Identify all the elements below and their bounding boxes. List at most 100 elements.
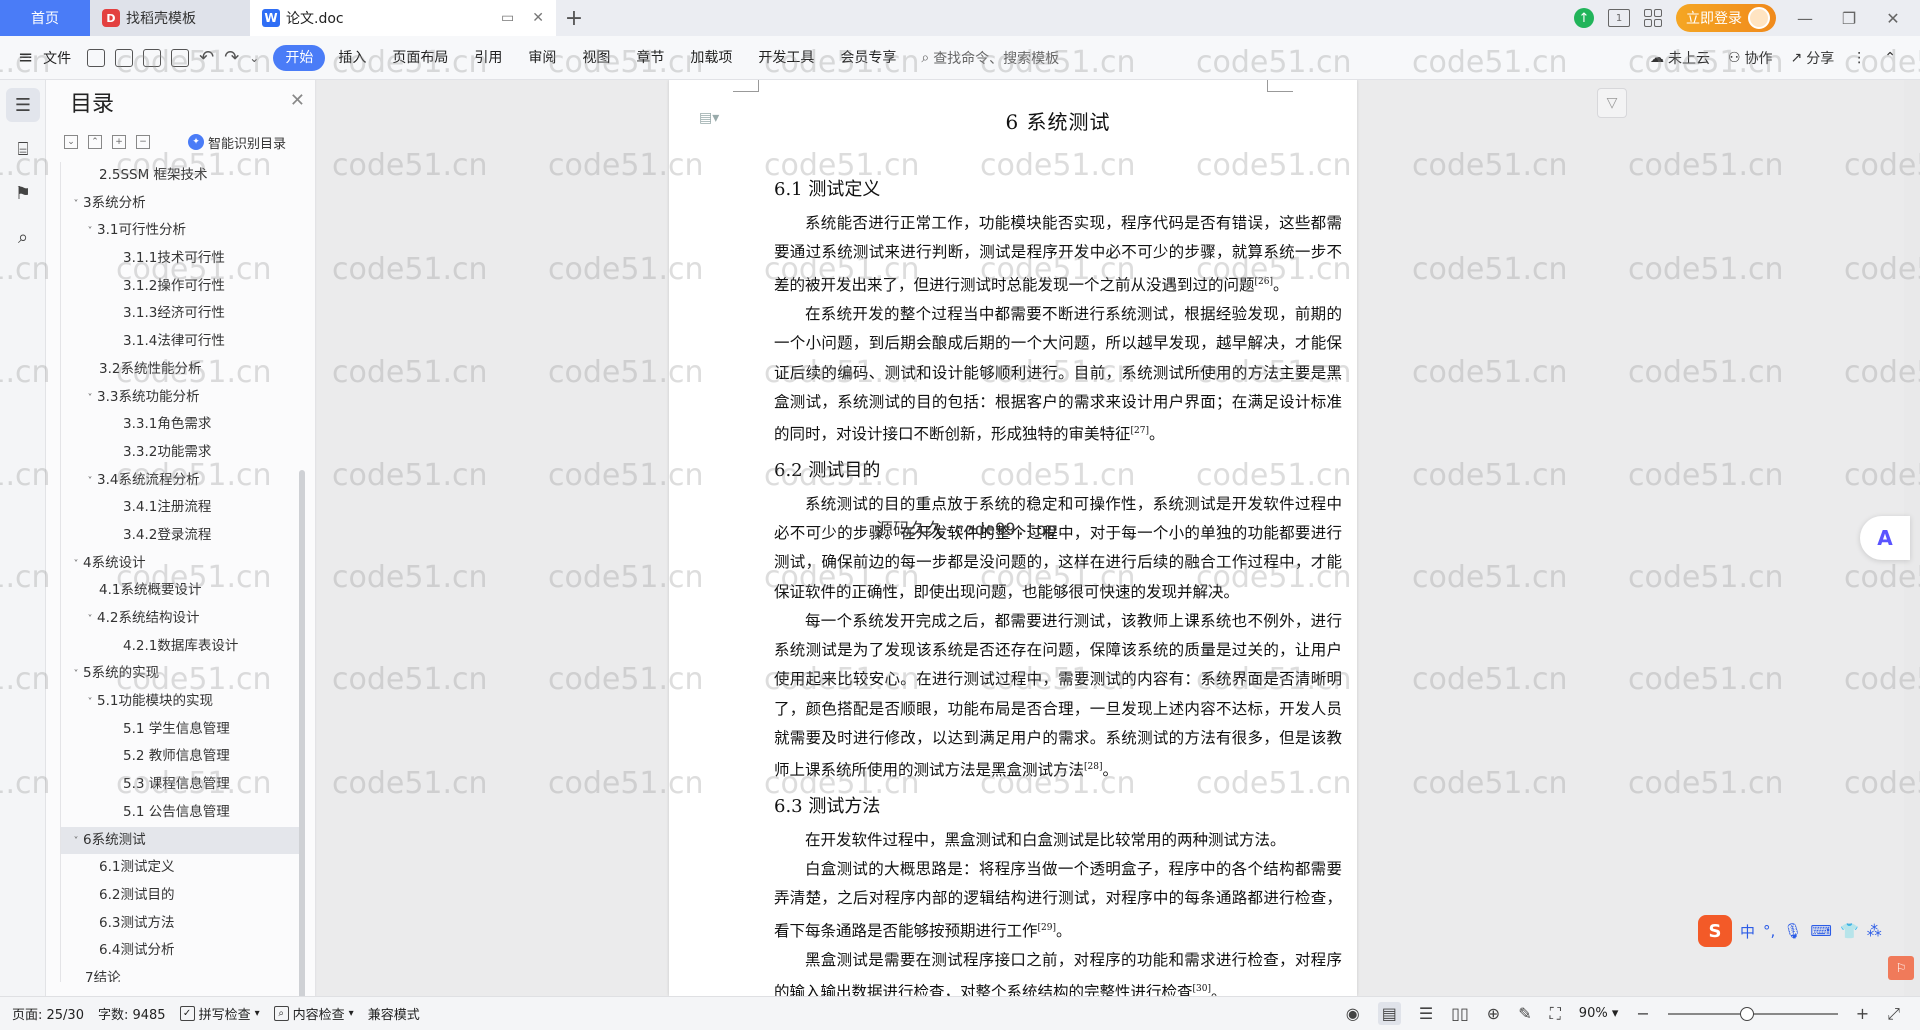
toc-item[interactable]: 4.2.1数据库表设计 xyxy=(61,633,300,661)
new-tab-button[interactable]: + xyxy=(556,0,592,36)
undo-icon[interactable]: ↶ xyxy=(199,47,214,68)
reading-view-icon[interactable]: ▯▯ xyxy=(1451,1004,1469,1023)
spell-check-button[interactable]: ✓ 拼写检查 ▾ xyxy=(179,1004,260,1023)
word-count[interactable]: 字数: 9485 xyxy=(98,1004,166,1023)
chevron-down-icon[interactable]: ˅ xyxy=(69,661,83,689)
find-icon[interactable]: ⌕ xyxy=(6,220,40,254)
toc-scrollbar[interactable] xyxy=(299,470,305,1030)
toc-item[interactable]: ˅ 4.2系统结构设计 xyxy=(61,605,300,633)
sogou-logo-icon[interactable]: S xyxy=(1698,915,1732,947)
menu-references[interactable]: 引用 xyxy=(461,45,515,71)
toc-item[interactable]: 6.1测试定义 xyxy=(61,854,300,882)
citation-ref[interactable]: [26] xyxy=(1255,277,1273,287)
toc-item[interactable]: 3.4.2登录流程 xyxy=(61,522,300,550)
toc-item[interactable]: 3.3.2功能需求 xyxy=(61,439,300,467)
toc-item[interactable]: 5.1 学生信息管理 xyxy=(61,716,300,744)
zoom-in-icon[interactable]: + xyxy=(1856,1004,1869,1023)
tab-docer-templates[interactable]: D 找稻壳模板 xyxy=(90,0,250,36)
feedback-icon[interactable]: ⚐ xyxy=(1888,956,1914,980)
web-view-icon[interactable]: ⊕ xyxy=(1487,1004,1500,1023)
toc-item[interactable]: ˅ 3.1可行性分析 xyxy=(61,217,300,245)
navigation-icon[interactable]: ⌸ xyxy=(6,132,40,166)
toc-item[interactable]: ˅ 4系统设计 xyxy=(61,550,300,578)
monitor-icon[interactable]: ▭ xyxy=(501,10,514,26)
toc-item[interactable]: 3.4.1注册流程 xyxy=(61,494,300,522)
toc-item[interactable]: 5.1 公告信息管理 xyxy=(61,799,300,827)
minimize-icon[interactable]: — xyxy=(1790,9,1820,28)
menu-home[interactable]: 开始 xyxy=(273,44,326,71)
menu-icon[interactable]: ≡ xyxy=(18,47,33,68)
cloud-status-button[interactable]: ☁ 未上云 xyxy=(1650,48,1710,68)
chevron-down-icon[interactable]: ˅ xyxy=(69,828,83,856)
punctuation-icon[interactable]: °, xyxy=(1763,922,1775,940)
toc-item[interactable]: ˅ 3.4系统流程分析 xyxy=(61,467,300,495)
chevron-down-icon[interactable]: ˅ xyxy=(83,218,97,246)
toc-item[interactable]: 4.1系统概要设计 xyxy=(61,577,300,605)
outline-view-icon[interactable]: ☰ xyxy=(1419,1004,1433,1023)
expand-all-icon[interactable]: ⌃ xyxy=(88,135,102,149)
fit-page-icon[interactable]: ⛶ xyxy=(1550,1004,1561,1024)
toc-item[interactable]: 6.4测试分析 xyxy=(61,937,300,965)
toc-item[interactable]: 3.2系统性能分析 xyxy=(61,356,300,384)
zoom-level[interactable]: 90% ▾ xyxy=(1579,1006,1619,1021)
toc-item[interactable]: ˅ 5系统的实现 xyxy=(61,660,300,688)
document-body[interactable]: 6 系统测试 6.1 测试定义 系统能否进行正常工作，功能模块能否实现，程序代码是… xyxy=(774,106,1342,996)
toc-item[interactable]: 6.2测试目的 xyxy=(61,882,300,910)
redo-icon[interactable]: ↷ xyxy=(224,47,239,68)
ai-assistant-icon[interactable]: A xyxy=(1860,516,1910,560)
command-search[interactable]: ⌕ 查找命令、搜索模板 xyxy=(921,48,1059,68)
toc-item[interactable]: 3.1.1技术可行性 xyxy=(61,245,300,273)
login-button[interactable]: 立即登录 xyxy=(1676,4,1776,32)
toc-item[interactable]: 3.1.4法律可行性 xyxy=(61,328,300,356)
toc-item[interactable]: ˅ 3.3系统功能分析 xyxy=(61,384,300,412)
close-icon[interactable]: ✕ xyxy=(290,90,305,111)
toolbox-icon[interactable]: ⁂ xyxy=(1867,922,1882,940)
upload-icon[interactable]: ↑ xyxy=(1574,8,1594,28)
chevron-down-icon[interactable]: ˅ xyxy=(69,191,83,219)
toc-item[interactable]: 7结论 xyxy=(61,965,300,982)
menu-addins[interactable]: 加载项 xyxy=(677,45,745,71)
chevron-down-icon[interactable]: ⌄ xyxy=(249,51,259,65)
close-window-icon[interactable]: ✕ xyxy=(1878,9,1908,28)
bookmark-icon[interactable]: ⚑ xyxy=(6,176,40,210)
skin-icon[interactable]: 👕 xyxy=(1840,922,1859,940)
more-icon[interactable]: ⋮ xyxy=(1852,50,1866,66)
filter-icon[interactable]: ▽ xyxy=(1597,88,1627,118)
chevron-down-icon[interactable]: ˅ xyxy=(69,551,83,579)
toc-item[interactable]: 3.1.3经济可行性 xyxy=(61,300,300,328)
print-icon[interactable] xyxy=(143,48,162,67)
collapse-ribbon-icon[interactable]: ⌃ xyxy=(1884,50,1896,66)
share-button[interactable]: ↗ 分享 xyxy=(1791,48,1835,68)
citation-ref[interactable]: [30] xyxy=(1193,984,1211,994)
citation-ref[interactable]: [27] xyxy=(1131,426,1149,436)
toc-panel-icon[interactable]: ☰ xyxy=(6,88,40,122)
toc-item[interactable]: ˅ 6系统测试 xyxy=(61,826,300,856)
restore-icon[interactable]: ❐ xyxy=(1834,9,1864,28)
reading-mode-icon[interactable]: 1 xyxy=(1608,9,1630,27)
close-tab-icon[interactable]: ✕ xyxy=(532,10,544,26)
menu-developer[interactable]: 开发工具 xyxy=(745,45,827,71)
menu-insert[interactable]: 插入 xyxy=(325,45,379,71)
page-view-icon[interactable]: ▤ xyxy=(1377,1002,1401,1025)
tab-document[interactable]: W 论文.doc ▭ ✕ xyxy=(250,0,556,36)
export-pdf-icon[interactable] xyxy=(115,48,134,67)
save-icon[interactable] xyxy=(87,48,106,67)
page-indicator[interactable]: 页面: 25/30 xyxy=(12,1004,84,1023)
toc-item[interactable]: 3.3.1角色需求 xyxy=(61,411,300,439)
menu-view[interactable]: 视图 xyxy=(569,45,623,71)
content-check-button[interactable]: ⌕ 内容检查 ▾ xyxy=(273,1004,354,1023)
zoom-slider-knob[interactable] xyxy=(1739,1006,1754,1021)
zoom-slider[interactable] xyxy=(1667,1006,1838,1021)
fullscreen-icon[interactable]: ⤢ xyxy=(1887,1004,1900,1024)
menu-member[interactable]: 会员专享 xyxy=(827,45,909,71)
keyboard-icon[interactable]: ⌨ xyxy=(1810,922,1832,940)
toc-item[interactable]: 2.5SSM 框架技术 xyxy=(61,162,300,190)
menu-section[interactable]: 章节 xyxy=(623,45,677,71)
zoom-out-icon[interactable]: − xyxy=(1636,1004,1649,1023)
print-preview-icon[interactable] xyxy=(171,48,190,67)
toc-item[interactable]: 6.3测试方法 xyxy=(61,910,300,938)
menu-page-layout[interactable]: 页面布局 xyxy=(379,45,461,71)
chevron-down-icon[interactable]: ˅ xyxy=(83,385,97,413)
toc-item[interactable]: ˅ 3系统分析 xyxy=(61,190,300,218)
chevron-down-icon[interactable]: ˅ xyxy=(83,689,97,717)
